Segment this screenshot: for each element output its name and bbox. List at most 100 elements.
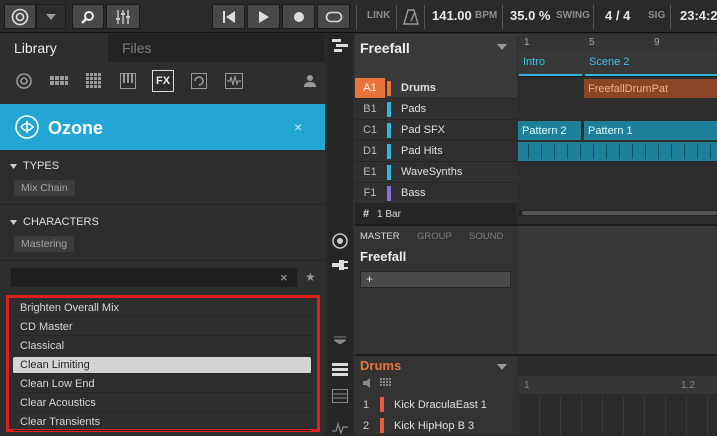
automation-icon[interactable]	[332, 421, 348, 435]
preset-list-item[interactable]: Brighten Overall Mix	[13, 300, 311, 317]
maschine-logo-button[interactable]	[4, 4, 36, 29]
arranger-view-icon[interactable]	[332, 39, 348, 53]
chevron-down-icon	[46, 13, 56, 20]
chevron-down-icon	[10, 163, 17, 169]
channel-properties-icon[interactable]	[332, 233, 348, 249]
link-label[interactable]: LINK	[367, 10, 390, 21]
all-instances-icon[interactable]	[14, 71, 34, 91]
library-search-input[interactable]	[11, 268, 297, 287]
group-color-swatch	[387, 164, 391, 180]
metronome-icon[interactable]	[403, 9, 419, 25]
grid-setting[interactable]: # 1 Bar	[355, 204, 517, 224]
sound-name: Kick DraculaEast 1	[394, 398, 487, 411]
preset-list-item[interactable]: CD Master	[13, 319, 311, 336]
tab-library[interactable]: Library	[0, 34, 108, 62]
pattern-editor-view-icon[interactable]	[332, 363, 348, 377]
step-divider	[658, 144, 659, 159]
search-button[interactable]	[72, 4, 104, 29]
swing-value[interactable]: 35.0 %	[510, 8, 550, 23]
types-label: TYPES	[23, 160, 60, 172]
tab-master[interactable]: MASTER	[360, 231, 400, 242]
record-button[interactable]	[282, 4, 315, 29]
loops-icon[interactable]	[189, 71, 209, 91]
scene-intro[interactable]: Intro	[519, 52, 582, 76]
channel-panel	[355, 226, 517, 356]
group-name: Pad SFX	[401, 124, 446, 136]
ruler-mark-9: 9	[654, 37, 660, 48]
group-row[interactable]: A1 Drums	[355, 78, 517, 99]
time-signature-label: SIG	[648, 10, 666, 21]
clip-freefall-drum-pattern[interactable]: FreefallDrumPat	[584, 79, 717, 98]
group-name: Bass	[401, 187, 426, 199]
instruments-icon[interactable]	[118, 71, 138, 91]
rewind-button[interactable]	[212, 4, 245, 29]
collapse-chevron-icon[interactable]	[334, 336, 346, 344]
tab-sound[interactable]: SOUND	[469, 231, 503, 242]
pad-grid-icon[interactable]	[380, 378, 392, 388]
group-id: D1	[362, 145, 378, 157]
characters-header[interactable]: CHARACTERS	[0, 211, 325, 233]
step-divider	[632, 144, 633, 159]
favorites-star-icon[interactable]: ★	[305, 270, 316, 284]
sound-row[interactable]: 1 Kick DraculaEast 1	[355, 394, 517, 415]
clip-pad-hits[interactable]	[518, 142, 717, 161]
timeline-scroll-thumb[interactable]	[522, 211, 717, 215]
add-plugin-slot[interactable]: +	[360, 271, 511, 288]
speaker-icon[interactable]	[363, 378, 373, 388]
mixer-view-button[interactable]	[106, 4, 140, 29]
preset-list-item[interactable]: Clean Limiting	[13, 357, 311, 374]
scene-2[interactable]: Scene 2	[585, 52, 717, 76]
pattern-grid[interactable]	[518, 356, 717, 435]
group-id: C1	[362, 124, 378, 136]
pattern-group-name: Drums	[360, 358, 402, 373]
group-row[interactable]: F1 Bass	[355, 183, 517, 204]
types-header[interactable]: TYPES	[0, 155, 325, 177]
pattern-grid-line	[602, 396, 603, 435]
loop-button[interactable]	[317, 4, 350, 29]
pattern-grid-line	[518, 396, 519, 435]
group-color-swatch	[387, 185, 391, 201]
group-id: E1	[363, 166, 377, 178]
ozone-logo-icon	[15, 115, 39, 139]
step-divider	[606, 144, 607, 159]
group-row[interactable]: B1 Pads	[355, 99, 517, 120]
step-divider	[541, 144, 542, 159]
play-button[interactable]	[247, 4, 280, 29]
close-product-icon[interactable]: ×	[294, 119, 302, 135]
product-name: Ozone	[48, 118, 104, 138]
tab-files[interactable]: Files	[108, 34, 325, 62]
types-tag[interactable]: Mix Chain	[14, 180, 75, 196]
sound-row[interactable]: 2 Kick HipHop B 3	[355, 415, 517, 436]
preset-list-item[interactable]: Classical	[13, 338, 311, 355]
clip-pattern-2[interactable]: Pattern 2	[518, 121, 581, 140]
group-row[interactable]: D1 Pad Hits	[355, 141, 517, 162]
keyboard-view-icon[interactable]	[332, 389, 348, 403]
plugin-plug-icon[interactable]	[332, 258, 348, 272]
group-row[interactable]: E1 WaveSynths	[355, 162, 517, 183]
user-content-icon[interactable]	[300, 71, 320, 91]
samples-waveform-icon[interactable]	[224, 71, 244, 91]
timeline-ruler[interactable]	[518, 34, 717, 50]
tab-group[interactable]: GROUP	[417, 231, 452, 242]
search-icon	[81, 10, 94, 24]
group-name: Pads	[401, 103, 427, 115]
chevron-down-icon[interactable]	[497, 44, 507, 50]
preset-list-item[interactable]: Clear Acoustics	[13, 395, 311, 412]
chevron-down-icon[interactable]	[497, 364, 507, 370]
time-signature-value[interactable]: 4 / 4	[605, 8, 630, 23]
fx-icon[interactable]: FX	[152, 70, 174, 92]
step-divider	[554, 144, 555, 159]
clip-pattern-1[interactable]: Pattern 1	[584, 121, 717, 140]
groups-icon[interactable]	[84, 71, 104, 91]
grid-value: 1 Bar	[377, 208, 401, 220]
projects-icon[interactable]	[49, 71, 69, 91]
preset-list-item[interactable]: Clean Low End	[13, 376, 311, 393]
clear-search-icon[interactable]: ×	[280, 270, 288, 285]
group-name: Pad Hits	[401, 145, 443, 157]
preset-list-item[interactable]: Clear Transients	[13, 414, 311, 431]
tempo-value[interactable]: 141.00	[432, 8, 472, 23]
step-divider	[567, 144, 568, 159]
group-row[interactable]: C1 Pad SFX	[355, 120, 517, 141]
menu-dropdown-button[interactable]	[36, 4, 66, 29]
characters-tag[interactable]: Mastering	[14, 236, 75, 252]
